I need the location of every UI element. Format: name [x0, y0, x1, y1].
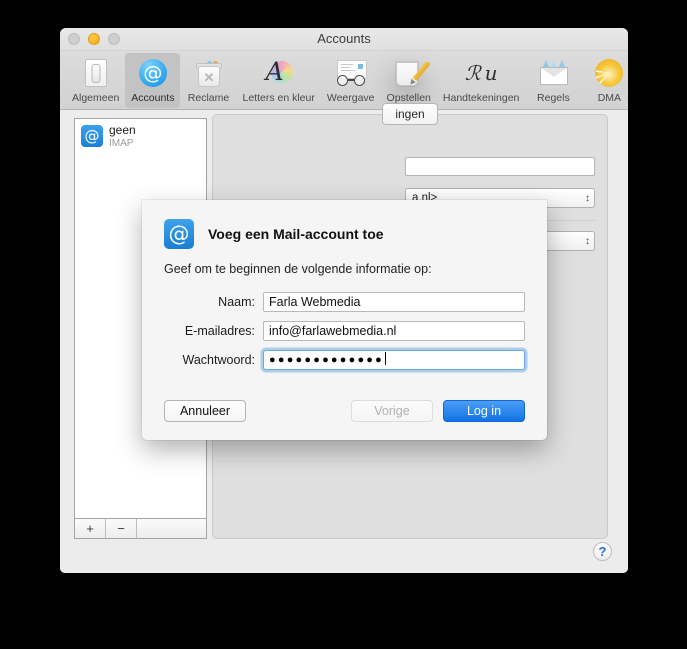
sheet-buttons: Annuleer Vorige Log in: [142, 400, 547, 422]
form-row-wachtwoord: Wachtwoord: ●●●●●●●●●●●●●: [142, 350, 525, 370]
preferences-window: Accounts Algemeen @ Accounts ✕ Reclame A: [60, 28, 628, 573]
compose-pencil-icon: [392, 57, 431, 89]
account-field-row: [213, 157, 595, 176]
at-sign-icon: @: [164, 219, 194, 249]
cancel-button[interactable]: Annuleer: [164, 400, 246, 422]
signature-icon: ℛ 𝑢: [464, 61, 498, 85]
window-title: Accounts: [317, 31, 371, 46]
login-button[interactable]: Log in: [443, 400, 525, 422]
viewing-glasses-icon: [334, 57, 368, 89]
font-color-icon: A: [262, 57, 296, 89]
toolbar-item-reclame[interactable]: ✕ Reclame: [180, 53, 236, 105]
window-titlebar: Accounts: [60, 28, 628, 51]
password-input[interactable]: ●●●●●●●●●●●●●: [263, 350, 525, 370]
preferences-content: @ geen IMAP + − ingen a.nl> ↕ ↕ ? @ Voeg…: [60, 103, 628, 573]
text-caret: [384, 352, 386, 365]
list-item[interactable]: @ geen IMAP: [75, 119, 206, 153]
toolbar-item-letters-en-kleur[interactable]: A Letters en kleur: [236, 53, 320, 105]
account-tab-bar: ingen: [213, 103, 607, 125]
account-text: geen IMAP: [109, 123, 136, 149]
footer-filler: [137, 519, 206, 538]
toolbar-item-weergave[interactable]: Weergave: [321, 53, 381, 105]
account-form: Naam: Farla Webmedia E-mailadres: info@f…: [142, 292, 547, 370]
junk-trash-icon: ✕: [191, 57, 225, 89]
toolbar-item-opstellen[interactable]: Opstellen: [381, 53, 437, 105]
password-masked-value: ●●●●●●●●●●●●●: [269, 354, 384, 366]
account-text-field[interactable]: [405, 157, 595, 176]
label-naam: Naam:: [218, 295, 255, 309]
rules-envelope-icon: [536, 57, 570, 89]
email-input[interactable]: info@farlawebmedia.nl: [263, 321, 525, 341]
toolbar-item-regels[interactable]: Regels: [525, 53, 581, 105]
at-sign-icon: @: [81, 125, 103, 147]
chevron-updown-icon: ↕: [585, 193, 590, 204]
chevron-updown-icon: ↕: [585, 236, 590, 247]
at-sign-icon: @: [136, 57, 170, 89]
toolbar-label-accounts: Accounts: [131, 92, 175, 104]
dma-sun-icon: [592, 57, 626, 89]
add-account-button[interactable]: +: [75, 519, 106, 538]
previous-button[interactable]: Vorige: [351, 400, 433, 422]
sheet-subtitle: Geef om te beginnen de volgende informat…: [164, 262, 432, 276]
preferences-toolbar: Algemeen @ Accounts ✕ Reclame A Letters …: [60, 51, 628, 110]
toolbar-item-algemeen[interactable]: Algemeen: [66, 53, 125, 105]
label-emailadres: E-mailadres:: [184, 324, 255, 338]
toolbar-label-algemeen: Algemeen: [72, 92, 120, 104]
general-switch-icon: [79, 57, 113, 89]
name-input[interactable]: Farla Webmedia: [263, 292, 525, 312]
tab-serverinstellingen[interactable]: ingen: [382, 103, 438, 125]
toolbar-item-handtekeningen[interactable]: ℛ 𝑢 Handtekeningen: [437, 53, 525, 105]
sheet-header: @ Voeg een Mail-account toe: [142, 200, 547, 249]
toolbar-item-dma[interactable]: DMA: [581, 53, 628, 105]
accounts-list-footer: + −: [74, 519, 207, 539]
form-row-naam: Naam: Farla Webmedia: [142, 292, 525, 312]
remove-account-button[interactable]: −: [106, 519, 137, 538]
form-row-emailadres: E-mailadres: info@farlawebmedia.nl: [142, 321, 525, 341]
label-wachtwoord: Wachtwoord:: [182, 353, 255, 367]
account-type: IMAP: [109, 138, 134, 149]
toolbar-item-accounts[interactable]: @ Accounts: [125, 53, 181, 108]
add-mail-account-sheet: @ Voeg een Mail-account toe Geef om te b…: [142, 200, 547, 440]
help-button[interactable]: ?: [593, 542, 612, 561]
sheet-title: Voeg een Mail-account toe: [208, 226, 384, 242]
account-name: geen: [109, 123, 136, 137]
